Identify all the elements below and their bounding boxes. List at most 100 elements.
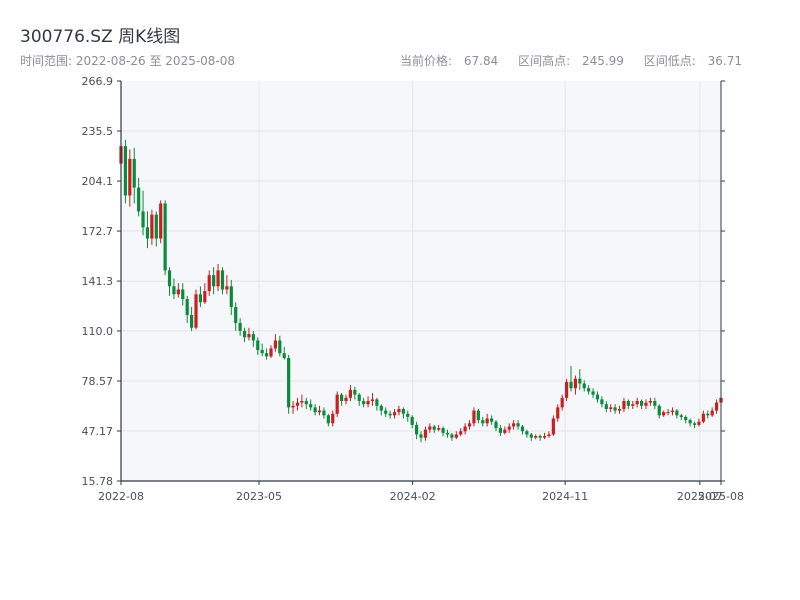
candle-body — [600, 399, 604, 405]
candle-body — [556, 407, 560, 419]
candle-body — [339, 394, 344, 402]
candle-body — [617, 408, 622, 411]
candle-body — [644, 402, 648, 406]
candle-body — [335, 394, 339, 414]
candle-body — [684, 416, 688, 421]
candle-body — [203, 291, 207, 303]
candlestick-chart: 266.9 235.5 204.1 172.7 141.3 110.0 78.57 47.17… — [82, 75, 744, 503]
candle-body — [167, 270, 172, 287]
candle-body — [578, 378, 582, 384]
candle-body — [198, 294, 203, 303]
candle-body — [437, 428, 441, 430]
y-tick-label: 266.9 — [82, 75, 114, 88]
candle-body — [132, 158, 136, 188]
y-tick-label: 141.3 — [82, 275, 114, 288]
candle-body — [145, 227, 150, 239]
candle-body — [322, 410, 326, 416]
candle-body — [714, 402, 719, 411]
candle-body — [441, 428, 445, 433]
candle-body — [128, 158, 132, 196]
candle-body — [304, 401, 308, 405]
candle-body — [401, 408, 405, 414]
candle-body — [534, 436, 538, 438]
candle — [163, 200, 167, 276]
candle-body — [317, 410, 322, 413]
candle-body — [234, 307, 238, 323]
candle-body — [388, 413, 392, 416]
candle-body — [419, 434, 423, 438]
candle-body — [163, 203, 167, 271]
candle-body — [207, 275, 211, 292]
candle-body — [529, 434, 533, 438]
candle-body — [229, 286, 233, 308]
candle-body — [282, 353, 286, 358]
candle-body — [273, 340, 278, 349]
y-tick-label: 47.17 — [82, 425, 114, 438]
candle-body — [331, 413, 335, 424]
candle-body — [498, 428, 503, 433]
candle-body — [406, 413, 410, 417]
candle-body — [256, 340, 260, 351]
candle-body — [653, 401, 657, 406]
candle-body — [459, 431, 463, 435]
candle-body — [242, 330, 247, 338]
candle-body — [582, 383, 586, 389]
candle-body — [476, 410, 480, 421]
candle — [123, 139, 128, 204]
candle-body — [123, 146, 128, 196]
candle — [335, 391, 339, 417]
candle-body — [472, 410, 476, 424]
candle-body — [489, 418, 494, 422]
candle-body — [220, 270, 225, 290]
candle-body — [573, 378, 578, 389]
candle-body — [657, 405, 661, 416]
candle-body — [392, 412, 397, 416]
candle-body — [670, 410, 675, 413]
candle-body — [662, 412, 666, 416]
candle-body — [432, 426, 436, 430]
candle-body — [613, 407, 617, 411]
candle-body — [287, 357, 291, 408]
y-tick-label: 110.0 — [82, 325, 114, 338]
candle-body — [564, 381, 569, 398]
y-tick-label: 15.78 — [82, 475, 114, 488]
candle-body — [609, 407, 613, 409]
candle-body — [525, 431, 529, 435]
candle-body — [348, 389, 353, 398]
candle-body — [538, 436, 542, 438]
x-tick-label: 2023-05 — [236, 490, 282, 503]
candle-body — [626, 401, 630, 406]
candle-body — [428, 426, 432, 430]
candle-body — [688, 420, 692, 424]
y-tick-label: 235.5 — [82, 125, 114, 138]
candle-body — [278, 340, 282, 354]
candle-body — [410, 416, 414, 425]
candle-body — [485, 418, 489, 424]
candle-body — [344, 397, 348, 402]
x-axis-ticks: 2022-08 2023-05 2024-02 2024-11 2025-072025-… — [98, 481, 744, 503]
candle — [194, 289, 198, 330]
candle-body — [309, 404, 313, 408]
candle-body — [185, 299, 189, 315]
candle-body — [397, 408, 401, 413]
candle-body — [666, 412, 670, 414]
candle-body — [445, 432, 450, 435]
candle-body — [154, 214, 158, 239]
candle-body — [247, 334, 251, 338]
candle-body — [176, 289, 180, 295]
candle-body — [679, 415, 683, 417]
candle-body — [150, 214, 154, 239]
candle-body — [692, 423, 697, 425]
candle-body — [635, 401, 639, 405]
candle-body — [622, 401, 626, 409]
candle-body — [269, 348, 273, 357]
candle-body — [463, 426, 467, 432]
candle-body — [560, 397, 564, 408]
candle-body — [238, 322, 242, 331]
candle-body — [225, 286, 229, 290]
y-tick-label: 78.57 — [82, 375, 114, 388]
candle-body — [454, 434, 458, 438]
candle-body — [137, 187, 141, 212]
y-tick-label: 204.1 — [82, 175, 114, 188]
candle-body — [379, 405, 383, 411]
